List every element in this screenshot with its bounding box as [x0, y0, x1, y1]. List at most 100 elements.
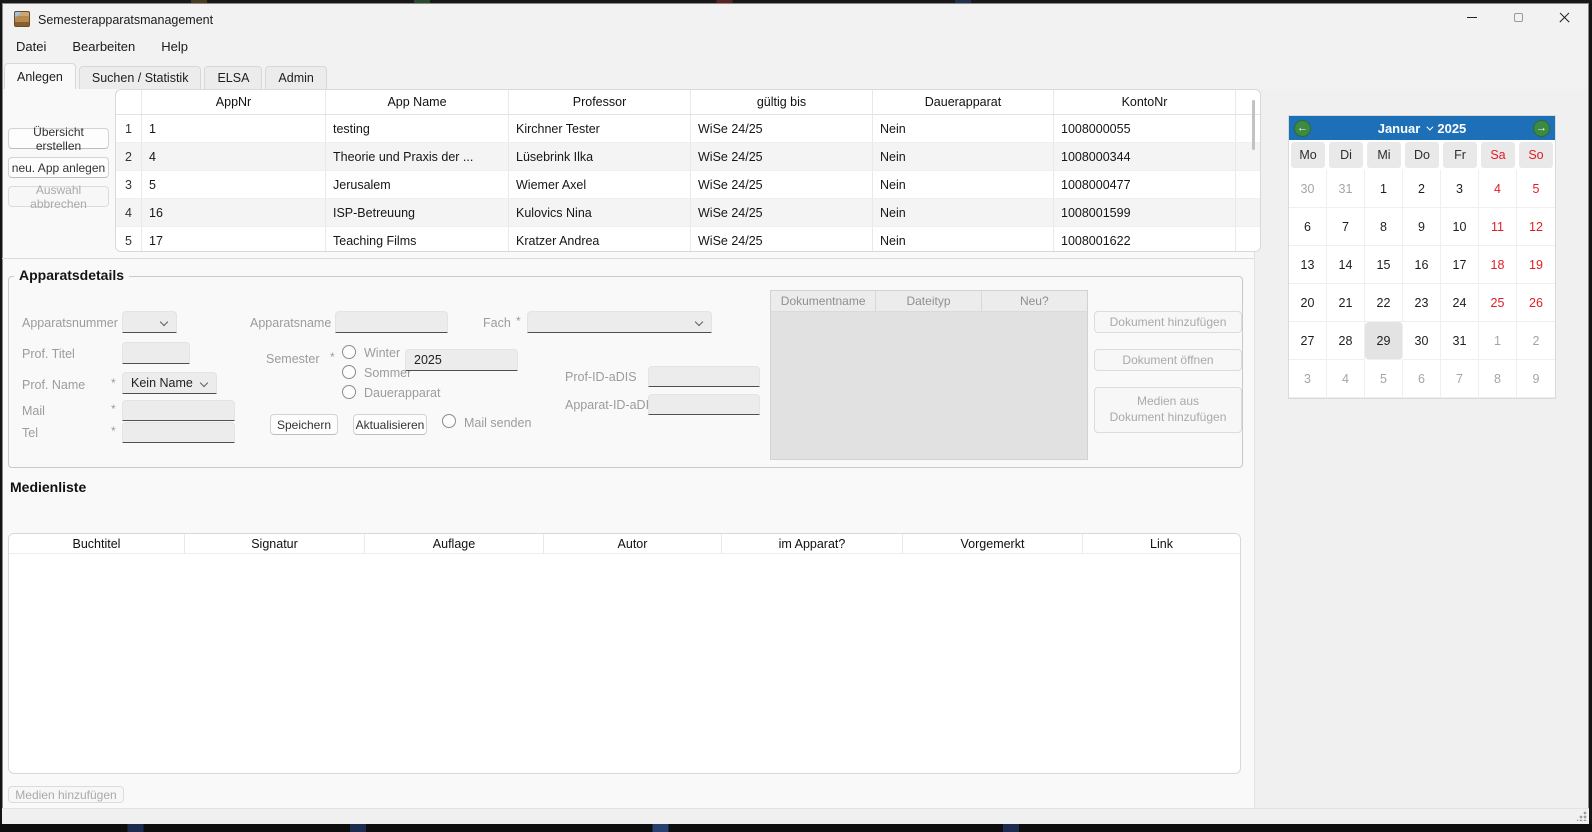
- apparatsnummer-select[interactable]: [122, 311, 177, 333]
- column-header-appname[interactable]: App Name: [326, 90, 509, 114]
- column-header-rownum[interactable]: [116, 90, 142, 114]
- calendar-day[interactable]: 4: [1327, 360, 1365, 398]
- uebersicht-erstellen-button[interactable]: Übersicht erstellen: [8, 128, 109, 149]
- calendar-day[interactable]: 12: [1517, 208, 1555, 246]
- calendar-day[interactable]: 1: [1365, 170, 1403, 208]
- calendar-day[interactable]: 5: [1365, 360, 1403, 398]
- calendar-day[interactable]: 25: [1479, 284, 1517, 322]
- tab-suchen-statistik[interactable]: Suchen / Statistik: [79, 66, 202, 89]
- prof-name-select[interactable]: Kein Name: [122, 372, 217, 394]
- dokument-hinzufuegen-button[interactable]: Dokument hinzufügen: [1094, 311, 1242, 333]
- table-row[interactable]: 11testingKirchner TesterWiSe 24/25Nein10…: [116, 115, 1260, 143]
- mail-field[interactable]: [122, 400, 235, 421]
- table-row[interactable]: 416ISP-BetreuungKulovics NinaWiSe 24/25N…: [116, 199, 1260, 227]
- column-header-appnr[interactable]: AppNr: [142, 90, 326, 114]
- calendar-day[interactable]: 30: [1403, 322, 1441, 360]
- calendar-day[interactable]: 26: [1517, 284, 1555, 322]
- calendar-day[interactable]: 3: [1289, 360, 1327, 398]
- semester-year-field[interactable]: 2025: [405, 349, 518, 371]
- calendar-day[interactable]: 8: [1479, 360, 1517, 398]
- resize-grip-icon[interactable]: [1577, 811, 1587, 821]
- column-header-vorgemerkt[interactable]: Vorgemerkt: [903, 534, 1083, 554]
- table-row[interactable]: 35JerusalemWiemer AxelWiSe 24/25Nein1008…: [116, 171, 1260, 199]
- apparat-id-adis-field[interactable]: [648, 394, 760, 415]
- calendar-day[interactable]: 8: [1365, 208, 1403, 246]
- calendar-day[interactable]: 4: [1479, 170, 1517, 208]
- column-header-dauerapparat[interactable]: Dauerapparat: [873, 90, 1054, 114]
- calendar-day[interactable]: 6: [1289, 208, 1327, 246]
- menu-help[interactable]: Help: [161, 39, 188, 54]
- aktualisieren-button[interactable]: Aktualisieren: [353, 414, 427, 435]
- calendar-day[interactable]: 9: [1403, 208, 1441, 246]
- calendar-day[interactable]: 14: [1327, 246, 1365, 284]
- calendar-day[interactable]: 3: [1441, 170, 1479, 208]
- prof-id-adis-field[interactable]: [648, 366, 760, 387]
- calendar-day[interactable]: 1: [1479, 322, 1517, 360]
- calendar-day[interactable]: 2: [1517, 322, 1555, 360]
- calendar-day[interactable]: 16: [1403, 246, 1441, 284]
- column-header-link[interactable]: Link: [1083, 534, 1240, 554]
- column-header-gueltig-bis[interactable]: gültig bis: [691, 90, 873, 114]
- column-header-im-apparat[interactable]: im Apparat?: [722, 534, 903, 554]
- maximize-button[interactable]: [1495, 4, 1541, 31]
- fach-select[interactable]: [527, 311, 712, 333]
- table-row[interactable]: 517Teaching FilmsKratzer AndreaWiSe 24/2…: [116, 227, 1260, 252]
- auswahl-abbrechen-button[interactable]: Auswahl abbrechen: [8, 186, 109, 207]
- close-button[interactable]: [1541, 4, 1587, 31]
- speichern-button[interactable]: Speichern: [270, 414, 338, 435]
- calendar-day[interactable]: 15: [1365, 246, 1403, 284]
- tab-anlegen[interactable]: Anlegen: [4, 63, 76, 89]
- calendar-day[interactable]: 21: [1327, 284, 1365, 322]
- winter-radio[interactable]: [342, 345, 356, 359]
- menu-bearbeiten[interactable]: Bearbeiten: [72, 39, 135, 54]
- tab-elsa[interactable]: ELSA: [204, 66, 262, 89]
- medien-aus-dokument-button[interactable]: Medien aus Dokument hinzufügen: [1094, 387, 1242, 433]
- mail-senden-checkbox[interactable]: [442, 414, 456, 428]
- calendar-day[interactable]: 10: [1441, 208, 1479, 246]
- column-header-neu[interactable]: Neu?: [982, 291, 1087, 311]
- apparatsname-field[interactable]: [335, 311, 448, 333]
- column-header-autor[interactable]: Autor: [544, 534, 722, 554]
- calendar-day[interactable]: 7: [1327, 208, 1365, 246]
- calendar-day[interactable]: 2: [1403, 170, 1441, 208]
- column-header-dokumentname[interactable]: Dokumentname: [771, 291, 876, 311]
- column-header-auflage[interactable]: Auflage: [365, 534, 544, 554]
- calendar-day[interactable]: 28: [1327, 322, 1365, 360]
- calendar-day[interactable]: 31: [1441, 322, 1479, 360]
- table-row[interactable]: 24Theorie und Praxis der ...Lüsebrink Il…: [116, 143, 1260, 171]
- calendar-day[interactable]: 31: [1327, 170, 1365, 208]
- calendar-day[interactable]: 7: [1441, 360, 1479, 398]
- column-header-buchtitel[interactable]: Buchtitel: [9, 534, 185, 554]
- column-header-professor[interactable]: Professor: [509, 90, 691, 114]
- minimize-button[interactable]: [1449, 4, 1495, 31]
- calendar-day-today[interactable]: 29: [1365, 322, 1403, 360]
- column-header-signatur[interactable]: Signatur: [185, 534, 365, 554]
- calendar-day[interactable]: 11: [1479, 208, 1517, 246]
- calendar-day[interactable]: 6: [1403, 360, 1441, 398]
- calendar-title[interactable]: Januar2025: [1378, 121, 1467, 136]
- calendar-day[interactable]: 18: [1479, 246, 1517, 284]
- calendar-day[interactable]: 30: [1289, 170, 1327, 208]
- sommer-radio[interactable]: [342, 365, 356, 379]
- table-scrollbar[interactable]: [1252, 100, 1255, 150]
- calendar-day[interactable]: 27: [1289, 322, 1327, 360]
- medien-hinzufuegen-button[interactable]: Medien hinzufügen: [8, 786, 124, 803]
- dauerapparat-radio[interactable]: [342, 385, 356, 399]
- calendar-day[interactable]: 24: [1441, 284, 1479, 322]
- column-header-kontonr[interactable]: KontoNr: [1054, 90, 1236, 114]
- calendar-day[interactable]: 19: [1517, 246, 1555, 284]
- calendar-day[interactable]: 23: [1403, 284, 1441, 322]
- calendar-next-button[interactable]: →: [1533, 120, 1550, 137]
- calendar-day[interactable]: 5: [1517, 170, 1555, 208]
- calendar-day[interactable]: 9: [1517, 360, 1555, 398]
- dokument-oeffnen-button[interactable]: Dokument öffnen: [1094, 349, 1242, 371]
- calendar-day[interactable]: 22: [1365, 284, 1403, 322]
- calendar-day[interactable]: 13: [1289, 246, 1327, 284]
- neu-app-anlegen-button[interactable]: neu. App anlegen: [8, 157, 109, 178]
- tab-admin[interactable]: Admin: [265, 66, 326, 89]
- menu-datei[interactable]: Datei: [16, 39, 46, 54]
- calendar-prev-button[interactable]: ←: [1294, 120, 1311, 137]
- calendar-day[interactable]: 20: [1289, 284, 1327, 322]
- prof-titel-field[interactable]: [122, 342, 190, 364]
- calendar-day[interactable]: 17: [1441, 246, 1479, 284]
